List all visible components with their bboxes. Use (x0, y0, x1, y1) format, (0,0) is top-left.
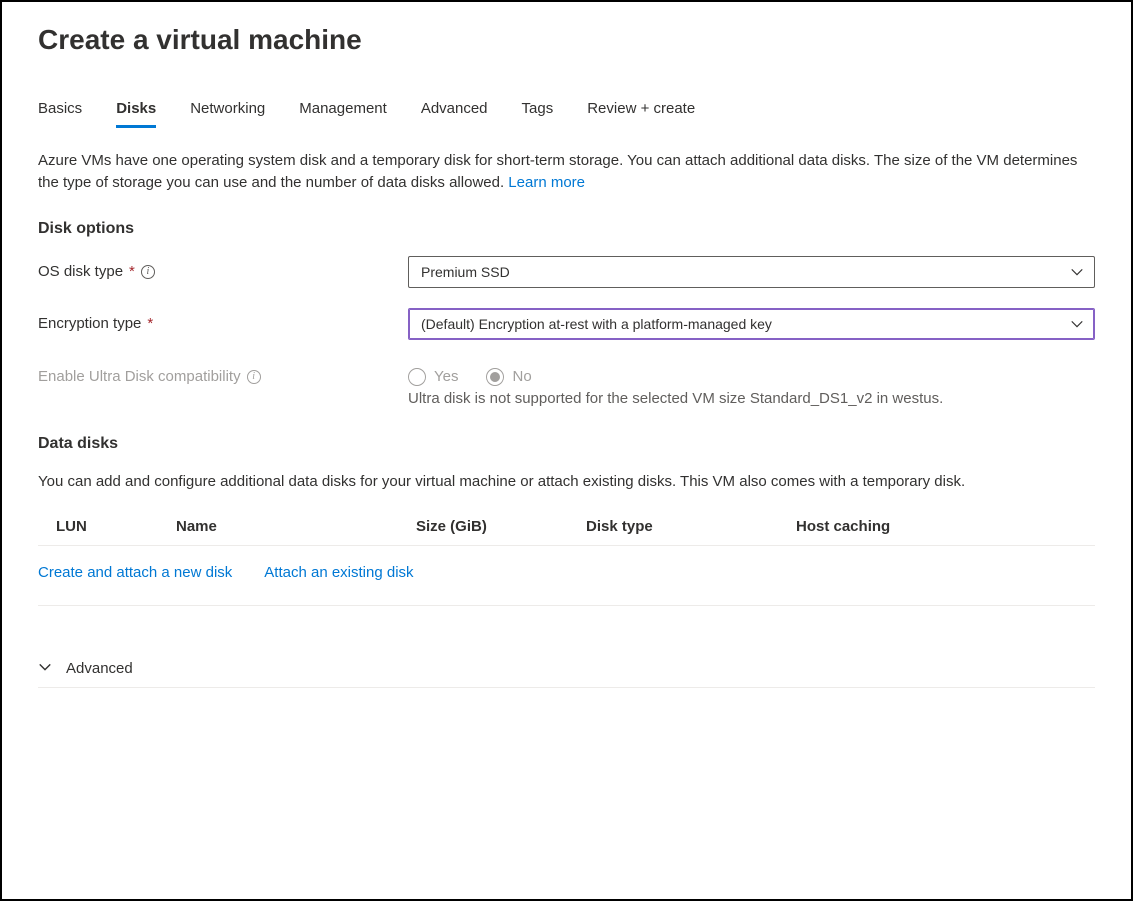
intro-text: Azure VMs have one operating system disk… (38, 150, 1095, 194)
create-new-disk-link[interactable]: Create and attach a new disk (38, 564, 232, 581)
page-title: Create a virtual machine (38, 24, 1095, 56)
col-size: Size (GiB) (416, 518, 586, 535)
encryption-type-label-text: Encryption type (38, 315, 141, 332)
col-type: Disk type (586, 518, 796, 535)
advanced-expander-label: Advanced (66, 660, 133, 677)
os-disk-type-label: OS disk type * i (38, 263, 408, 280)
ultra-disk-label-text: Enable Ultra Disk compatibility (38, 368, 241, 385)
learn-more-link[interactable]: Learn more (508, 174, 585, 191)
advanced-expander[interactable]: Advanced (38, 650, 1095, 688)
ultra-disk-no: No (486, 368, 531, 386)
chevron-down-icon (38, 660, 52, 677)
col-lun: LUN (56, 518, 176, 535)
data-disks-actions: Create and attach a new disk Attach an e… (38, 546, 1095, 606)
radio-icon (408, 368, 426, 386)
col-name: Name (176, 518, 416, 535)
ultra-disk-yes: Yes (408, 368, 458, 386)
data-disks-table-header: LUN Name Size (GiB) Disk type Host cachi… (38, 510, 1095, 546)
tab-disks[interactable]: Disks (116, 96, 156, 128)
os-disk-type-select[interactable]: Premium SSD (408, 256, 1095, 288)
tab-networking[interactable]: Networking (190, 96, 265, 128)
tab-basics[interactable]: Basics (38, 96, 82, 128)
info-icon[interactable]: i (247, 370, 261, 384)
encryption-type-label: Encryption type * (38, 315, 408, 332)
info-icon[interactable]: i (141, 265, 155, 279)
data-disks-heading: Data disks (38, 435, 1095, 453)
ultra-disk-helper: Ultra disk is not supported for the sele… (408, 390, 1095, 407)
ultra-disk-label: Enable Ultra Disk compatibility i (38, 368, 408, 385)
os-disk-type-label-text: OS disk type (38, 263, 123, 280)
tab-management[interactable]: Management (299, 96, 387, 128)
chevron-down-icon (1070, 265, 1084, 279)
data-disks-description: You can add and configure additional dat… (38, 471, 1095, 493)
tab-advanced[interactable]: Advanced (421, 96, 488, 128)
ultra-disk-yes-label: Yes (434, 368, 458, 385)
required-asterisk: * (129, 263, 135, 280)
radio-icon (486, 368, 504, 386)
encryption-type-value: (Default) Encryption at-rest with a plat… (421, 316, 772, 332)
col-cache: Host caching (796, 518, 1095, 535)
tabs: Basics Disks Networking Management Advan… (38, 96, 1095, 128)
encryption-type-select[interactable]: (Default) Encryption at-rest with a plat… (408, 308, 1095, 340)
ultra-disk-no-label: No (512, 368, 531, 385)
required-asterisk: * (147, 315, 153, 332)
tab-review-create[interactable]: Review + create (587, 96, 695, 128)
chevron-down-icon (1070, 317, 1084, 331)
disk-options-heading: Disk options (38, 220, 1095, 238)
attach-existing-disk-link[interactable]: Attach an existing disk (264, 564, 413, 581)
tab-tags[interactable]: Tags (522, 96, 554, 128)
os-disk-type-value: Premium SSD (421, 264, 510, 280)
ultra-disk-radio-group: Yes No (408, 368, 532, 386)
